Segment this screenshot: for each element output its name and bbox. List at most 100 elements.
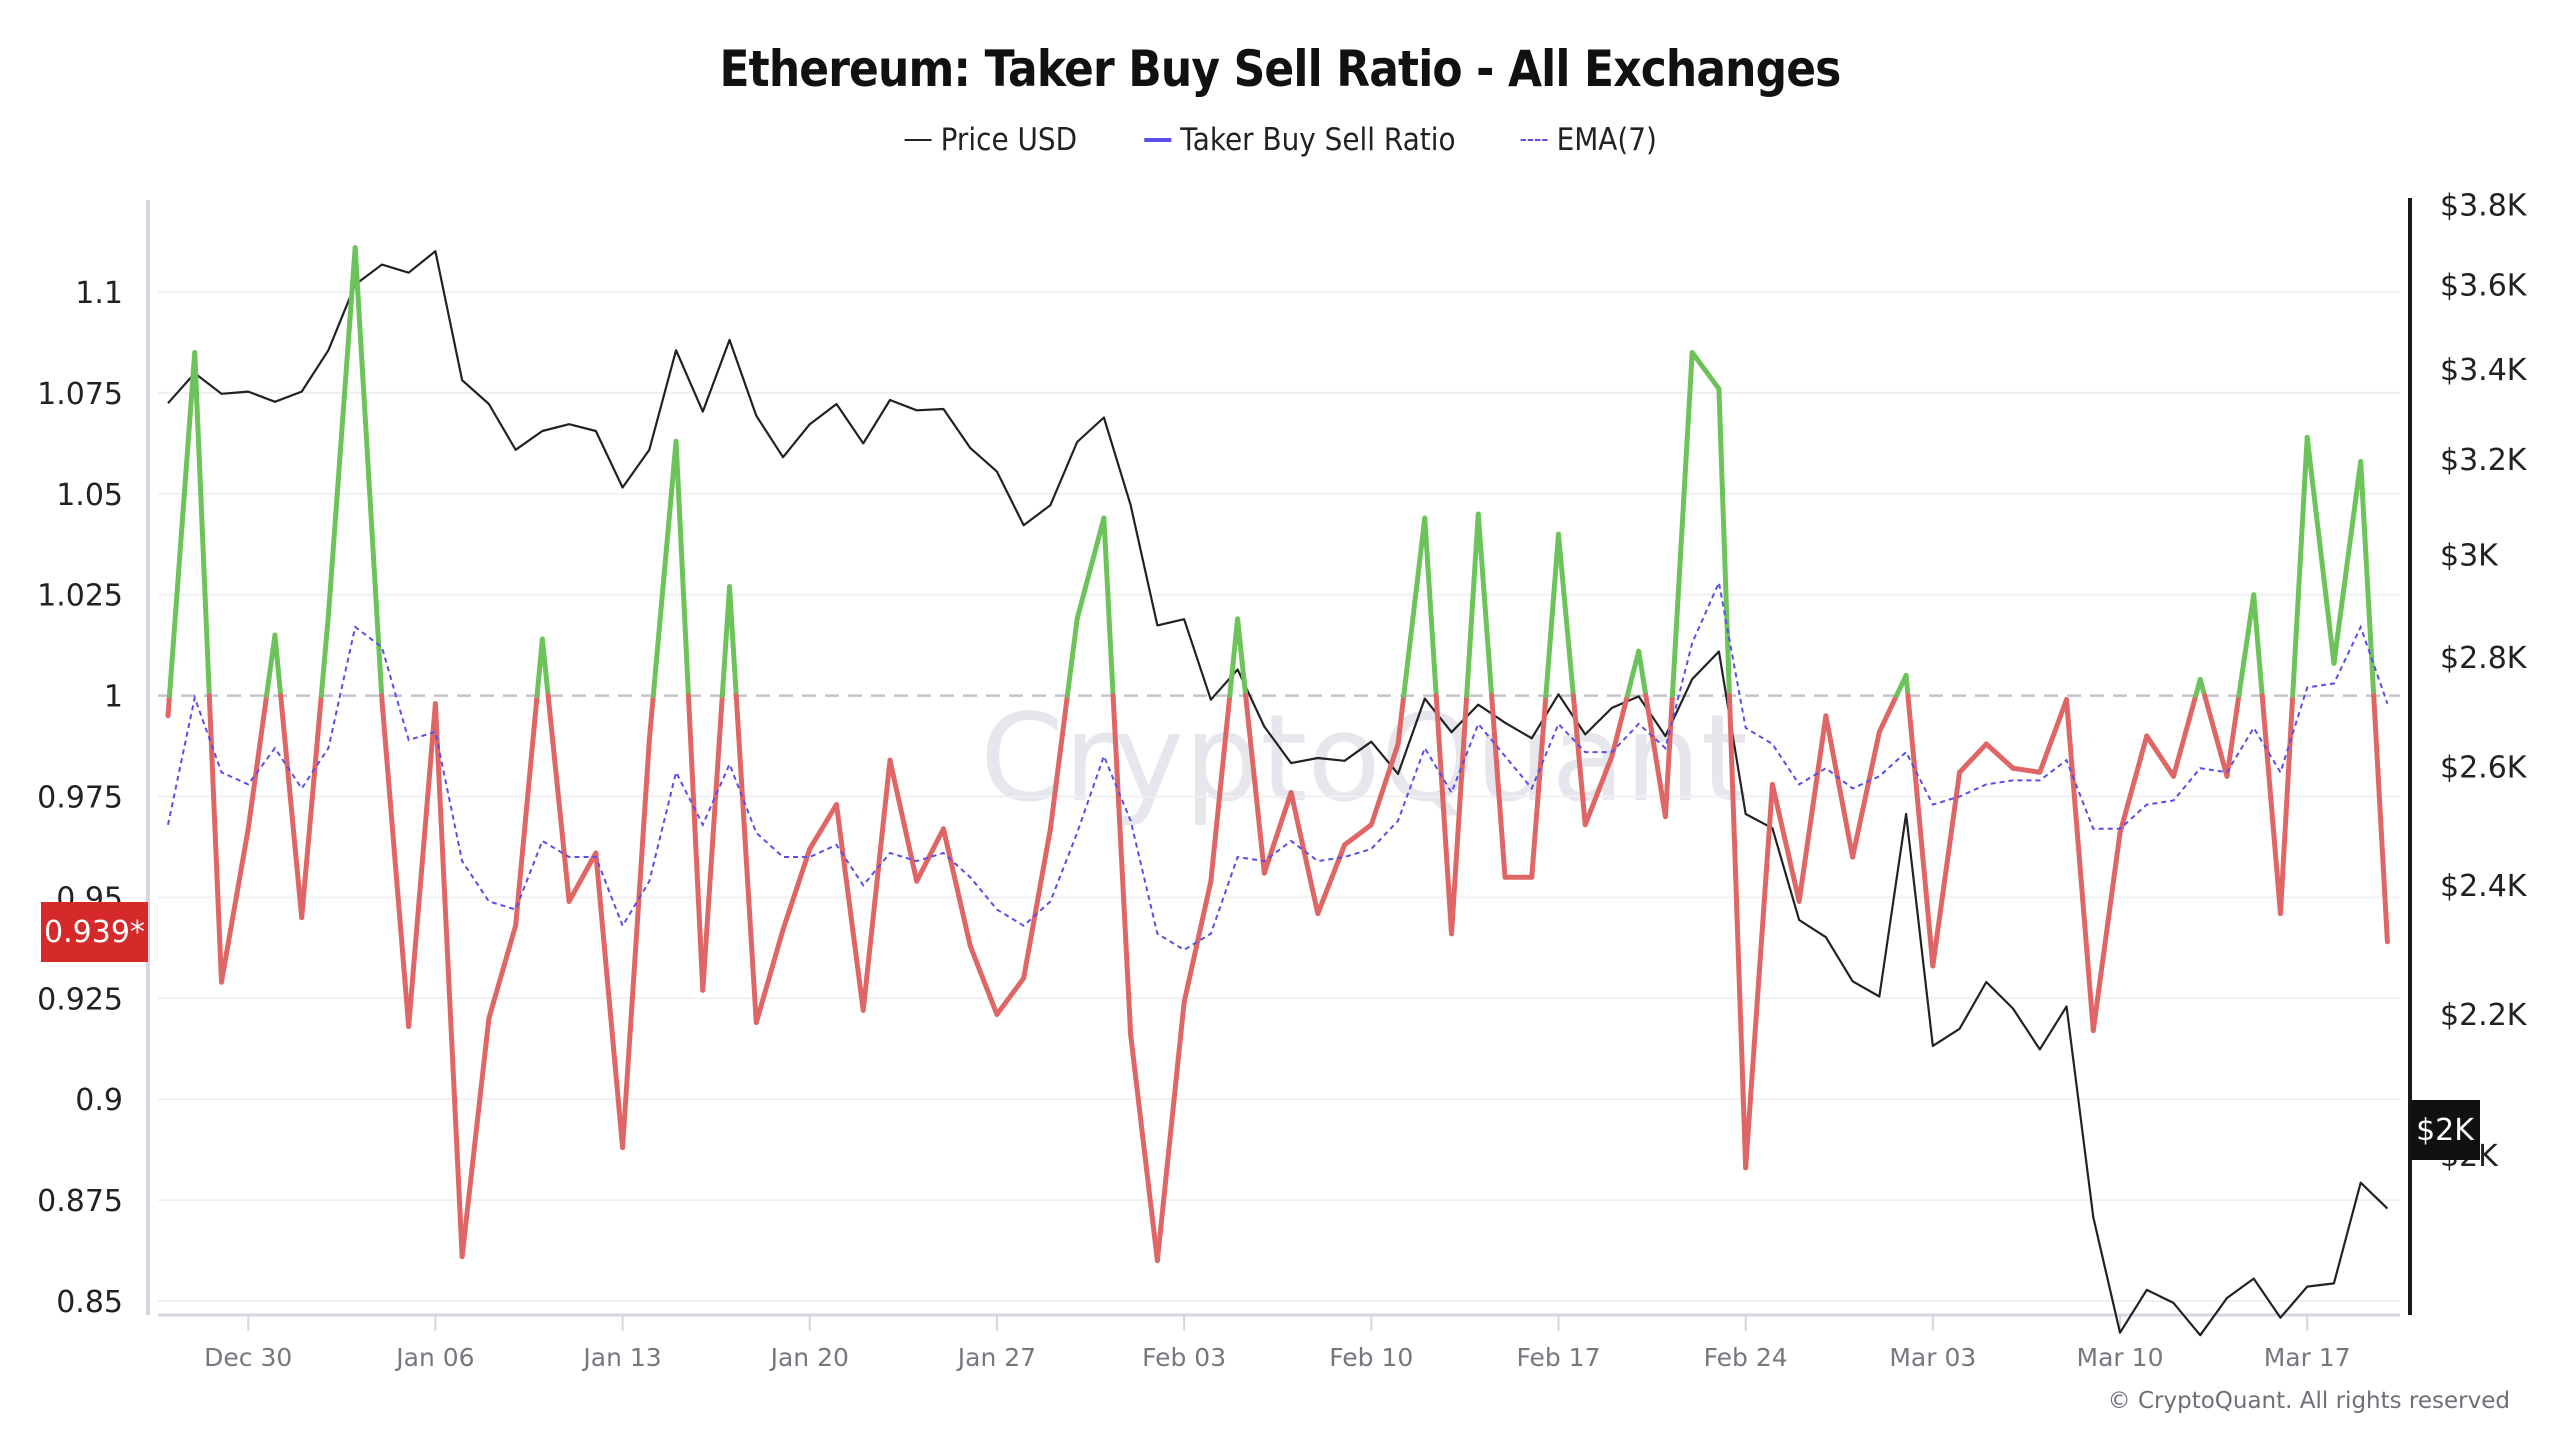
ratio-segment (566, 850, 599, 904)
ratio-segment (1110, 693, 1134, 1038)
ratio-segment (2202, 693, 2230, 779)
ratio-segment (206, 693, 224, 985)
right-tick-label: $3.8K (2440, 189, 2528, 224)
right-tick-label: $3K (2440, 539, 2499, 574)
ratio-segment (1128, 1032, 1160, 1264)
ratio-segment (379, 697, 412, 1030)
right-tick-label: $2.4K (2440, 869, 2528, 904)
x-tick-label: Jan 20 (769, 1343, 849, 1372)
ratio-segment (1021, 826, 1053, 981)
ratio-segment (727, 584, 739, 699)
ratio-segment (1743, 781, 1775, 1171)
ratio-segment (1624, 648, 1642, 699)
ratio-segment (685, 693, 706, 993)
ratio-segment (299, 693, 324, 921)
ratio-segment (165, 693, 172, 719)
x-axis-ticks: Dec 30 Jan 06 Jan 13 Jan 20 Jan 27 Feb 03 Feb … (204, 1315, 2351, 1372)
right-axis-ticks: $3.8K $3.6K $3.4K $3.2K $3K $2.8K $2.6K $2.4K $2… (2440, 189, 2528, 1175)
ratio-segment (2010, 765, 2043, 775)
ratio-segment (1823, 713, 1856, 860)
left-tick-label: 0.925 (37, 982, 123, 1017)
ratio-segment (1047, 693, 1070, 832)
x-tick-label: Jan 13 (581, 1343, 661, 1372)
ratio-segment (2371, 693, 2390, 945)
ratio-segment (545, 693, 572, 904)
ratio-segment (318, 612, 331, 699)
ratio-segment (1796, 713, 1829, 904)
ratio-segment (887, 757, 920, 884)
ratio-segment (166, 350, 198, 699)
ratio-segment (1850, 729, 1882, 860)
ratio-segment (1905, 693, 1936, 969)
ratio-segment (1543, 531, 1561, 699)
ratio-segment (218, 826, 251, 985)
ratio-segment (1208, 693, 1233, 884)
right-tick-label: $3.4K (2440, 353, 2528, 388)
ratio-segment (1154, 999, 1187, 1264)
ratio-segment (1636, 648, 1649, 699)
ratio-segment (834, 802, 866, 1013)
ratio-segment (860, 757, 893, 1013)
ratio-segment (1261, 789, 1294, 876)
ratio-segment (1983, 741, 2016, 771)
x-tick-label: Feb 17 (1516, 1343, 1600, 1372)
x-tick-label: Dec 30 (204, 1343, 292, 1372)
x-tick-label: Jan 27 (956, 1343, 1036, 1372)
x-tick-label: Mar 17 (2264, 1343, 2351, 1372)
ratio-segment (1064, 616, 1080, 699)
ratio-segment (1529, 693, 1549, 880)
ratio-segment (459, 1015, 492, 1260)
gridlines (158, 291, 2400, 1302)
x-tick-label: Feb 10 (1329, 1343, 1413, 1372)
left-tick-label: 0.875 (37, 1184, 123, 1219)
ratio-segment (1669, 350, 1695, 699)
ratio-segment (1401, 515, 1428, 699)
x-tick-label: Mar 10 (2077, 1343, 2164, 1372)
ratio-segment (1555, 531, 1576, 699)
ratio-segment (2331, 459, 2364, 666)
ratio-segment (2037, 697, 2070, 775)
chart-plot[interactable]: 1.11.0751.051.02510.9750.950.9250.90.875… (0, 0, 2560, 1440)
ratio-segment (1689, 350, 1722, 392)
ratio-segment (780, 846, 813, 933)
price-last-value-badge: $2K (2410, 1100, 2480, 1160)
ratio-segment (1288, 789, 1321, 917)
ratio-segment (2197, 676, 2208, 699)
x-tick-label: Mar 03 (1889, 1343, 1976, 1372)
ratio-segment (1315, 842, 1348, 917)
series-ema (167, 579, 2389, 952)
ratio-segment (1074, 515, 1107, 622)
left-axis-ticks: 1.11.0751.051.02510.9750.950.9250.90.875… (37, 276, 123, 1320)
ratio-segment (2171, 693, 2199, 779)
ratio-segment (1181, 878, 1214, 1005)
ratio-segment (486, 923, 519, 1021)
left-tick-label: 1.05 (56, 478, 123, 513)
ratio-segment (2064, 697, 2096, 1034)
left-tick-label: 0.85 (56, 1285, 123, 1320)
x-tick-label: Feb 03 (1142, 1343, 1226, 1372)
ratio-segment (192, 350, 212, 699)
ratio-segment (1101, 515, 1116, 699)
ratio-segment (2259, 693, 2283, 917)
ratio-segment (1582, 753, 1615, 828)
ratio-segment (994, 975, 1027, 1017)
left-tick-label: 1 (104, 680, 123, 715)
ratio-segment (2290, 434, 2310, 699)
right-tick-label: $2.6K (2440, 751, 2528, 786)
ratio-segment (673, 438, 691, 699)
ratio-segment (2236, 592, 2257, 699)
ratio-segment (278, 693, 305, 921)
ratio-segment (1395, 693, 1407, 747)
left-tick-label: 1.1 (75, 276, 123, 311)
ratio-segment (2117, 733, 2150, 836)
ratio-segment (1716, 386, 1732, 699)
left-tick-label: 0.9 (75, 1083, 123, 1118)
ratio-segment (1876, 693, 1900, 735)
ratio-segment (733, 693, 759, 1026)
series-price (167, 250, 2389, 1337)
x-tick-label: Feb 24 (1704, 1343, 1788, 1372)
left-tick-label: 1.025 (37, 579, 123, 614)
ratio-segment (513, 693, 540, 929)
right-tick-label: $3.2K (2440, 443, 2528, 478)
ratio-segment (650, 438, 679, 699)
